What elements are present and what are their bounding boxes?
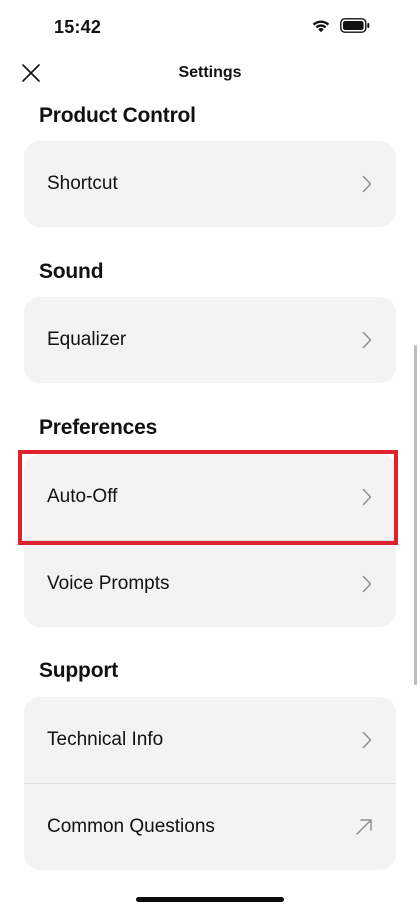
row-label: Shortcut	[47, 173, 118, 194]
section-header-product-control: Product Control	[39, 104, 196, 127]
nav-bar: Settings	[0, 56, 420, 92]
status-icons	[311, 18, 370, 38]
settings-row-technical-info[interactable]: Technical Info	[24, 697, 396, 783]
chevron-right-icon	[360, 174, 374, 194]
settings-row-common-questions[interactable]: Common Questions	[24, 783, 396, 870]
scrollbar[interactable]	[414, 345, 417, 685]
card-support: Technical Info Common Questions	[24, 697, 396, 870]
chevron-right-icon	[360, 730, 374, 750]
settings-row-shortcut[interactable]: Shortcut	[24, 141, 396, 227]
row-label: Auto-Off	[47, 486, 118, 507]
page-title: Settings	[178, 64, 242, 81]
row-label: Voice Prompts	[47, 573, 170, 594]
settings-row-voice-prompts[interactable]: Voice Prompts	[24, 540, 396, 627]
section-header-support: Support	[39, 659, 119, 682]
status-time: 15:42	[54, 17, 102, 37]
section-header-sound: Sound	[39, 260, 104, 283]
settings-row-auto-off[interactable]: Auto-Off	[24, 454, 396, 540]
row-label: Equalizer	[47, 329, 127, 350]
external-arrow-icon	[354, 817, 374, 837]
chevron-right-icon	[360, 330, 374, 350]
section-header-preferences: Preferences	[39, 416, 158, 439]
chevron-right-icon	[360, 487, 374, 507]
row-label: Technical Info	[47, 729, 164, 750]
settings-row-equalizer[interactable]: Equalizer	[24, 297, 396, 383]
status-bar: 15:42	[0, 0, 420, 56]
wifi-icon	[311, 18, 331, 38]
chevron-right-icon	[360, 574, 374, 594]
battery-icon	[340, 18, 370, 38]
card-product-control: Shortcut	[24, 141, 396, 227]
card-sound: Equalizer	[24, 297, 396, 383]
row-label: Common Questions	[47, 816, 215, 837]
card-preferences: Auto-Off Voice Prompts	[24, 454, 396, 627]
home-indicator	[136, 897, 284, 902]
